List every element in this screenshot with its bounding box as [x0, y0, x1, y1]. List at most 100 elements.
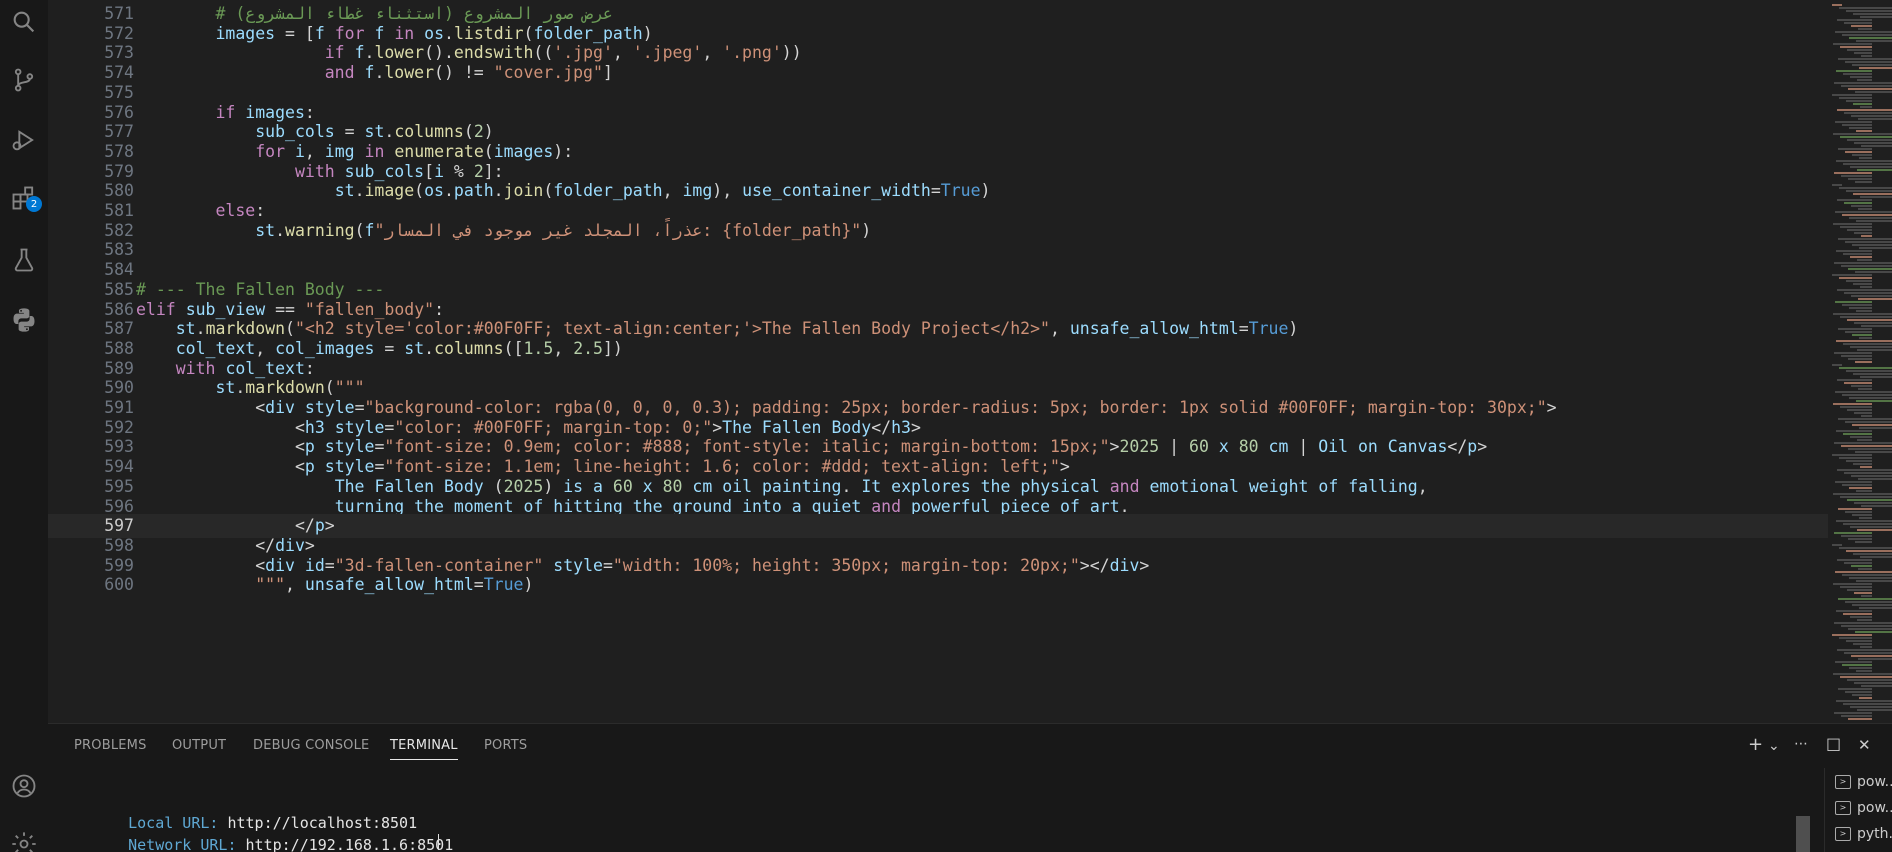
- code-editor[interactable]: 571 # (عرض صور المشروع (استثناء غطاء الم…: [48, 0, 1892, 723]
- minimap-line: [1858, 478, 1892, 480]
- python-icon[interactable]: [6, 302, 42, 338]
- minimap-line: [1857, 439, 1872, 441]
- minimap-line: [1861, 505, 1892, 507]
- minimap-line: [1846, 100, 1872, 102]
- minimap-line: [1859, 337, 1872, 339]
- minimap-line: [1852, 694, 1872, 696]
- extensions-badge: 2: [26, 196, 42, 212]
- extensions-icon[interactable]: 2: [6, 180, 42, 216]
- settings-gear-icon[interactable]: [6, 826, 42, 852]
- minimap-line: [1848, 718, 1872, 720]
- minimap-line: [1838, 58, 1892, 60]
- minimap-line: [1850, 346, 1892, 348]
- minimap-line: [1856, 670, 1872, 672]
- minimap-line: [1844, 382, 1872, 384]
- minimap-line: [1845, 601, 1892, 603]
- minimap-line: [1861, 55, 1872, 57]
- account-icon[interactable]: [6, 768, 42, 804]
- minimap-line: [1834, 442, 1892, 444]
- tab-debug-console[interactable]: DEBUG CONSOLE: [253, 738, 369, 753]
- minimap-line: [1861, 685, 1892, 687]
- minimap-line: [1842, 394, 1892, 396]
- minimap-line: [1848, 178, 1872, 180]
- minimap-line: [1834, 352, 1872, 354]
- mouse-cursor: [438, 834, 439, 850]
- minimap-line: [1839, 637, 1872, 639]
- minimap-line: [1838, 418, 1892, 420]
- minimap-line: [1847, 49, 1872, 51]
- minimap-line: [1837, 289, 1892, 291]
- terminal-dropdown-button[interactable]: ⌄: [1768, 738, 1780, 754]
- terminal-icon: >: [1835, 801, 1851, 815]
- minimap-line: [1851, 385, 1872, 387]
- search-icon[interactable]: [6, 4, 42, 40]
- minimap-line: [1859, 517, 1872, 519]
- terminal-scrollbar[interactable]: [1796, 816, 1810, 852]
- tab-problems[interactable]: PROBLEMS: [74, 738, 147, 753]
- minimap-line: [1857, 619, 1872, 621]
- minimap-line: [1856, 490, 1872, 492]
- tab-ports[interactable]: PORTS: [484, 738, 527, 753]
- minimap-line: [1855, 361, 1872, 363]
- minimap-line: [1848, 448, 1892, 450]
- minimap-line: [1832, 274, 1872, 276]
- minimap-line: [1858, 208, 1872, 210]
- terminal-line-network: Network URL: http://192.168.1.6:8501: [92, 812, 453, 852]
- minimap[interactable]: [1828, 0, 1892, 723]
- minimap-line: [1859, 157, 1872, 159]
- minimap-line: [1861, 415, 1872, 417]
- minimap-line: [1849, 307, 1872, 309]
- minimap-line: [1832, 544, 1842, 546]
- minimap-line: [1846, 190, 1892, 192]
- minimap-line: [1845, 511, 1872, 513]
- minimap-line: [1842, 34, 1892, 36]
- minimap-line: [1837, 379, 1872, 381]
- minimap-line: [1851, 655, 1892, 657]
- minimap-line: [1859, 427, 1892, 429]
- minimap-line: [1861, 235, 1872, 237]
- minimap-line: [1832, 454, 1872, 456]
- minimap-line: [1854, 682, 1892, 684]
- minimap-line: [1833, 313, 1892, 315]
- close-panel-button[interactable]: ✕: [1858, 736, 1871, 754]
- minimap-line: [1837, 649, 1892, 651]
- minimap-line: [1838, 508, 1872, 510]
- minimap-line: [1841, 355, 1872, 357]
- minimap-line: [1852, 334, 1872, 336]
- more-actions-button[interactable]: ⋯: [1794, 736, 1808, 752]
- minimap-line: [1838, 688, 1872, 690]
- minimap-line: [1856, 580, 1892, 582]
- minimap-line: [1835, 661, 1872, 663]
- terminal-item[interactable]: >pow...: [1835, 800, 1892, 816]
- minimap-line: [1852, 514, 1872, 516]
- tab-terminal[interactable]: TERMINAL: [390, 738, 458, 760]
- minimap-line: [1851, 475, 1892, 477]
- maximize-panel-button[interactable]: □: [1826, 734, 1841, 753]
- code-line[interactable]: 600 """, unsafe_allow_html=True): [48, 573, 1828, 597]
- minimap-line: [1832, 364, 1842, 366]
- minimap-line: [1848, 88, 1892, 90]
- minimap-line: [1845, 61, 1892, 63]
- tab-output[interactable]: OUTPUT: [172, 738, 226, 753]
- terminal-item[interactable]: >pyth...: [1835, 826, 1892, 842]
- new-terminal-button[interactable]: +: [1748, 734, 1763, 755]
- source-control-icon[interactable]: [6, 62, 42, 98]
- network-url-link[interactable]: http://192.168.1.6:8501: [246, 836, 454, 852]
- minimap-line: [1848, 358, 1872, 360]
- minimap-line: [1833, 43, 1872, 45]
- testing-icon[interactable]: [6, 242, 42, 278]
- minimap-line: [1837, 199, 1872, 201]
- minimap-line: [1860, 376, 1892, 378]
- minimap-line: [1847, 499, 1892, 501]
- minimap-line: [1845, 151, 1872, 153]
- minimap-line: [1839, 367, 1892, 369]
- minimap-line: [1841, 445, 1892, 447]
- minimap-line: [1856, 220, 1892, 222]
- minimap-line: [1856, 400, 1892, 402]
- minimap-line: [1860, 646, 1872, 648]
- terminal-item[interactable]: >pow...: [1835, 774, 1892, 790]
- run-debug-icon[interactable]: [6, 122, 42, 158]
- minimap-line: [1836, 250, 1872, 252]
- minimap-line: [1835, 301, 1872, 303]
- minimap-line: [1850, 616, 1872, 618]
